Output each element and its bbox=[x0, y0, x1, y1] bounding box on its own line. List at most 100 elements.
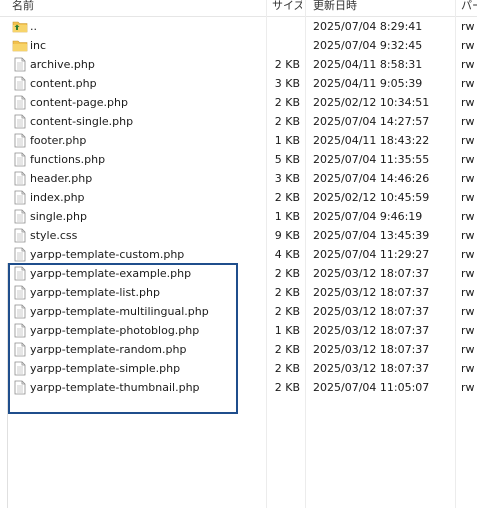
file-row[interactable]: index.php 2 KB 2025/02/12 10:45:59 rw bbox=[0, 188, 477, 207]
file-size: 2 KB bbox=[274, 115, 300, 128]
file-name-cell[interactable]: yarpp-template-list.php bbox=[12, 283, 270, 302]
file-name-cell[interactable]: .. bbox=[12, 17, 270, 36]
file-permissions: rw bbox=[461, 248, 475, 261]
file-modified: 2025/07/04 14:46:26 bbox=[313, 172, 430, 185]
file-name: yarpp-template-custom.php bbox=[30, 248, 185, 261]
file-name-cell[interactable]: footer.php bbox=[12, 131, 270, 150]
file-name-cell[interactable]: content-single.php bbox=[12, 112, 270, 131]
file-row[interactable]: inc 2025/07/04 9:32:45 rw bbox=[0, 36, 477, 55]
file-name-cell[interactable]: functions.php bbox=[12, 150, 270, 169]
file-name-cell[interactable]: yarpp-template-multilingual.php bbox=[12, 302, 270, 321]
file-name: yarpp-template-list.php bbox=[30, 286, 160, 299]
column-header-permissions[interactable]: パー bbox=[461, 0, 477, 16]
file-name: content.php bbox=[30, 77, 97, 90]
file-modified: 2025/03/12 18:07:37 bbox=[313, 286, 430, 299]
file-modified: 2025/03/12 18:07:37 bbox=[313, 324, 430, 337]
file-permissions: rw bbox=[461, 343, 475, 356]
file-permissions: rw bbox=[461, 210, 475, 223]
file-row[interactable]: yarpp-template-example.php 2 KB 2025/03/12… bbox=[0, 264, 477, 283]
file-name-cell[interactable]: content.php bbox=[12, 74, 270, 93]
file-modified: 2025/07/04 13:45:39 bbox=[313, 229, 430, 242]
file-name-cell[interactable]: content-page.php bbox=[12, 93, 270, 112]
file-row[interactable]: archive.php 2 KB 2025/04/11 8:58:31 rw bbox=[0, 55, 477, 74]
file-name-cell[interactable]: archive.php bbox=[12, 55, 270, 74]
file-size: 2 KB bbox=[274, 381, 300, 394]
file-row[interactable]: yarpp-template-multilingual.php 2 KB 2025/… bbox=[0, 302, 477, 321]
file-icon bbox=[14, 95, 26, 110]
file-row[interactable]: yarpp-template-photoblog.php 1 KB 2025/03/… bbox=[0, 321, 477, 340]
file-icon bbox=[14, 152, 26, 167]
file-size: 1 KB bbox=[274, 134, 300, 147]
file-row[interactable]: header.php 3 KB 2025/07/04 14:46:26 rw bbox=[0, 169, 477, 188]
file-icon bbox=[14, 266, 26, 281]
file-icon bbox=[14, 247, 26, 262]
file-name: footer.php bbox=[30, 134, 87, 147]
file-row[interactable]: content.php 3 KB 2025/04/11 9:05:39 rw bbox=[0, 74, 477, 93]
file-name-cell[interactable]: header.php bbox=[12, 169, 270, 188]
file-permissions: rw bbox=[461, 77, 475, 90]
file-name: yarpp-template-random.php bbox=[30, 343, 187, 356]
file-name: archive.php bbox=[30, 58, 95, 71]
file-row[interactable]: yarpp-template-simple.php 2 KB 2025/03/12 … bbox=[0, 359, 477, 378]
file-modified: 2025/04/11 9:05:39 bbox=[313, 77, 423, 90]
file-name-cell[interactable]: yarpp-template-custom.php bbox=[12, 245, 270, 264]
file-modified: 2025/07/04 11:29:27 bbox=[313, 248, 430, 261]
file-row[interactable]: yarpp-template-random.php 2 KB 2025/03/12 … bbox=[0, 340, 477, 359]
file-row[interactable]: yarpp-template-list.php 2 KB 2025/03/12 18… bbox=[0, 283, 477, 302]
file-modified: 2025/03/12 18:07:37 bbox=[313, 267, 430, 280]
file-size: 9 KB bbox=[274, 229, 300, 242]
file-permissions: rw bbox=[461, 362, 475, 375]
column-header-size[interactable]: サイズ bbox=[272, 0, 302, 16]
file-size bbox=[270, 17, 300, 36]
file-modified: 2025/04/11 18:43:22 bbox=[313, 134, 430, 147]
file-size: 2 KB bbox=[274, 267, 300, 280]
file-row[interactable]: yarpp-template-thumbnail.php 2 KB 2025/07/… bbox=[0, 378, 477, 397]
file-name-cell[interactable]: index.php bbox=[12, 188, 270, 207]
file-icon bbox=[14, 76, 26, 91]
file-name-cell[interactable]: yarpp-template-thumbnail.php bbox=[12, 378, 270, 397]
file-icon bbox=[14, 171, 26, 186]
file-permissions: rw bbox=[461, 305, 475, 318]
file-row[interactable]: content-single.php 2 KB 2025/07/04 14:27:5… bbox=[0, 112, 477, 131]
file-row[interactable]: style.css 9 KB 2025/07/04 13:45:39 rw bbox=[0, 226, 477, 245]
file-icon bbox=[14, 342, 26, 357]
file-permissions: rw bbox=[461, 172, 475, 185]
file-icon bbox=[14, 285, 26, 300]
file-row[interactable]: .. 2025/07/04 8:29:41 rw bbox=[0, 17, 477, 36]
file-size: 2 KB bbox=[274, 305, 300, 318]
file-icon bbox=[14, 304, 26, 319]
file-row[interactable]: single.php 1 KB 2025/07/04 9:46:19 rw bbox=[0, 207, 477, 226]
file-name-cell[interactable]: yarpp-template-example.php bbox=[12, 264, 270, 283]
file-row[interactable]: yarpp-template-custom.php 4 KB 2025/07/04 … bbox=[0, 245, 477, 264]
column-header-name[interactable]: 名前 bbox=[12, 0, 262, 16]
file-name: yarpp-template-thumbnail.php bbox=[30, 381, 200, 394]
column-header-modified[interactable]: 更新日時 bbox=[313, 0, 453, 16]
file-size: 2 KB bbox=[274, 191, 300, 204]
file-row[interactable]: functions.php 5 KB 2025/07/04 11:35:55 rw bbox=[0, 150, 477, 169]
file-name: .. bbox=[30, 20, 37, 33]
file-name-cell[interactable]: inc bbox=[12, 36, 270, 55]
file-name: functions.php bbox=[30, 153, 106, 166]
file-size: 3 KB bbox=[274, 77, 300, 90]
file-row[interactable]: footer.php 1 KB 2025/04/11 18:43:22 rw bbox=[0, 131, 477, 150]
file-permissions: rw bbox=[461, 229, 475, 242]
file-icon bbox=[14, 380, 26, 395]
file-modified: 2025/04/11 8:58:31 bbox=[313, 58, 423, 71]
file-name-cell[interactable]: yarpp-template-random.php bbox=[12, 340, 270, 359]
file-row[interactable]: content-page.php 2 KB 2025/02/12 10:34:51 r… bbox=[0, 93, 477, 112]
file-size: 4 KB bbox=[274, 248, 300, 261]
file-permissions: rw bbox=[461, 39, 475, 52]
file-modified: 2025/07/04 8:29:41 bbox=[313, 20, 423, 33]
file-size: 2 KB bbox=[274, 343, 300, 356]
file-name-cell[interactable]: style.css bbox=[12, 226, 270, 245]
file-name-cell[interactable]: yarpp-template-simple.php bbox=[12, 359, 270, 378]
file-name: inc bbox=[30, 39, 47, 52]
file-modified: 2025/03/12 18:07:37 bbox=[313, 362, 430, 375]
folder-icon bbox=[12, 40, 28, 52]
file-name-cell[interactable]: yarpp-template-photoblog.php bbox=[12, 321, 270, 340]
file-permissions: rw bbox=[461, 381, 475, 394]
file-modified: 2025/07/04 11:35:55 bbox=[313, 153, 430, 166]
file-name: yarpp-template-multilingual.php bbox=[30, 305, 209, 318]
file-icon bbox=[14, 114, 26, 129]
file-name-cell[interactable]: single.php bbox=[12, 207, 270, 226]
